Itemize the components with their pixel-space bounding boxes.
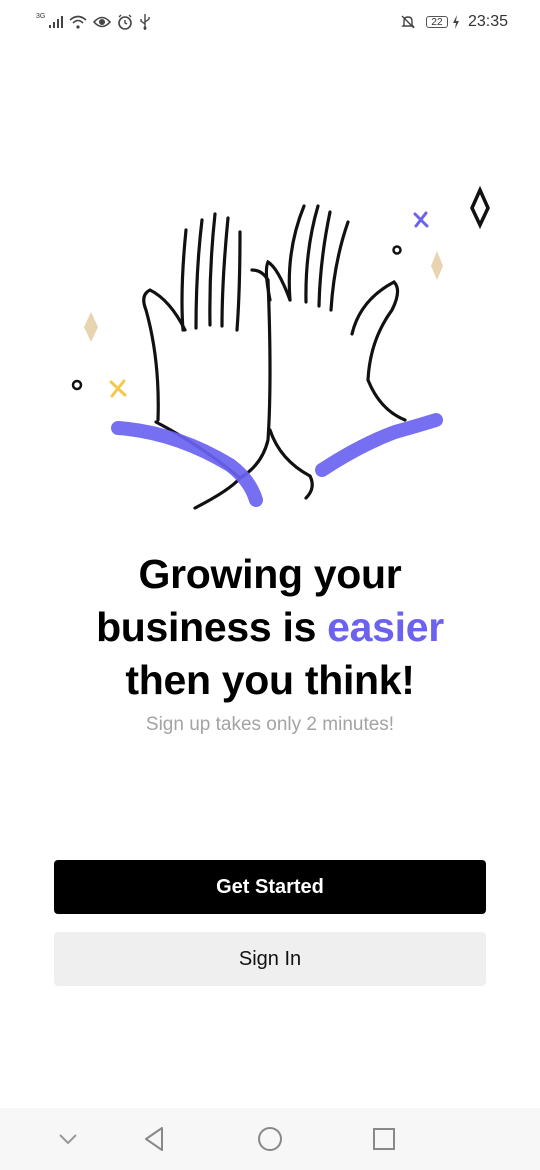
eye-icon	[93, 15, 112, 29]
headline-line-3: then you think!	[125, 657, 415, 703]
high-five-illustration	[60, 180, 500, 520]
cross-icon	[413, 211, 429, 228]
headline-line-2: business is easier	[0, 601, 540, 654]
status-left: 3G	[36, 12, 151, 30]
dot-icon	[392, 245, 402, 255]
network-label: 3G	[36, 12, 46, 20]
wifi-icon	[69, 15, 87, 29]
left-hand	[142, 212, 272, 510]
cross-icon	[109, 379, 127, 398]
charging-icon	[452, 15, 460, 29]
usb-icon	[139, 14, 151, 30]
subtitle: Sign up takes only 2 minutes!	[145, 714, 395, 735]
alarm-icon	[117, 14, 133, 30]
home-icon[interactable]	[255, 1124, 285, 1154]
diamond-sparkle-icon	[431, 251, 443, 280]
status-bar: 3G 22 23:35	[0, 0, 540, 44]
headline-line-2-prefix: business is	[96, 604, 328, 650]
chevron-down-icon[interactable]	[53, 1124, 83, 1154]
sign-in-button[interactable]: Sign In	[54, 932, 486, 986]
recents-icon[interactable]	[369, 1124, 399, 1154]
system-nav-bar	[0, 1108, 540, 1170]
headline: Growing your business is easier then you…	[0, 548, 540, 707]
status-right: 22 23:35	[400, 13, 508, 31]
back-icon[interactable]	[139, 1124, 169, 1154]
brush-stroke-right	[315, 413, 443, 477]
battery-icon: 22	[425, 16, 448, 28]
get-started-button[interactable]: Get Started	[54, 860, 486, 914]
diamond-outline-icon	[470, 185, 490, 230]
clock: 23:35	[467, 13, 508, 30]
headline-line-1: Growing your	[138, 551, 402, 597]
bell-off-icon	[400, 14, 416, 30]
headline-accent-word: easier	[327, 604, 444, 650]
dot-icon	[71, 379, 83, 391]
signal-icon	[49, 16, 64, 28]
brush-stroke-left	[111, 421, 263, 507]
diamond-sparkle-icon	[84, 312, 98, 342]
